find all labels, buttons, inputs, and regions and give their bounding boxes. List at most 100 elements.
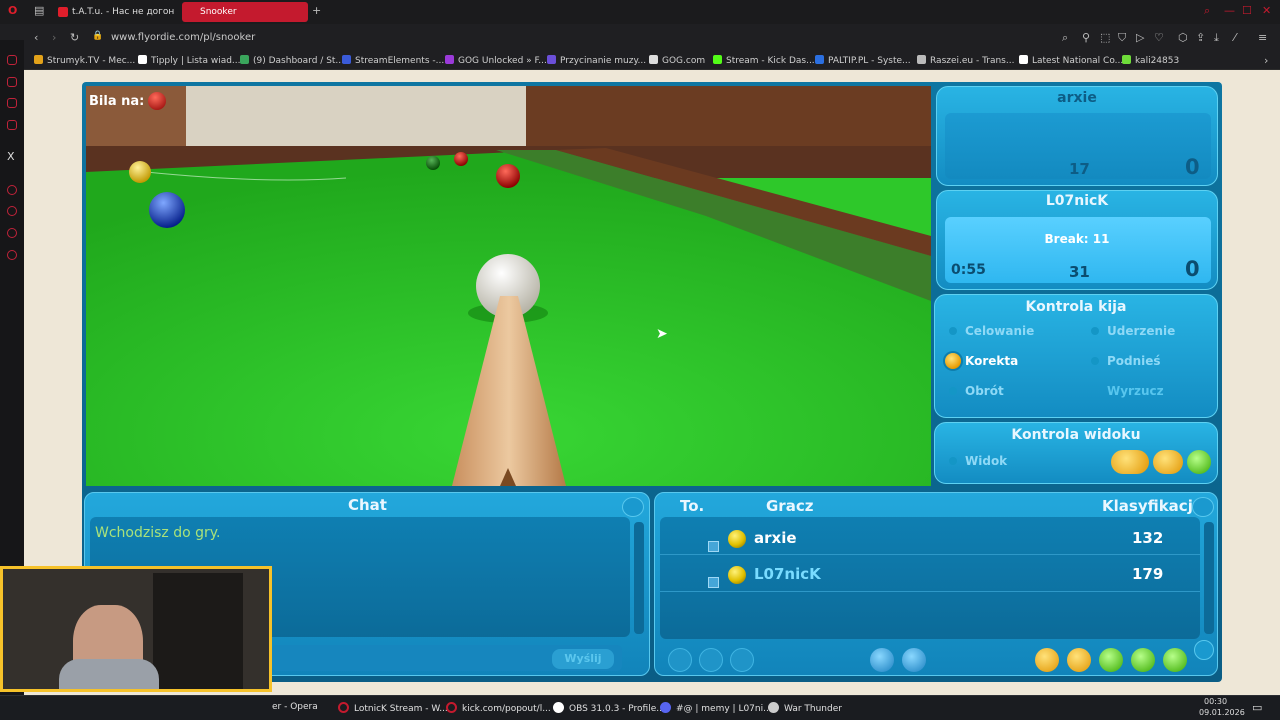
player-row[interactable]: L07nicK 179	[660, 556, 1200, 592]
bookmark-item[interactable]: Strumyk.TV - Mec...	[34, 55, 135, 66]
cue-option-korekta[interactable]: Korekta	[945, 353, 1018, 369]
sidebar-app-icon[interactable]	[7, 77, 17, 87]
help-icon[interactable]	[1131, 648, 1155, 672]
tab-tatu[interactable]: t.A.T.u. - Нас не догон	[54, 2, 176, 22]
sidebar-app-icon[interactable]	[7, 185, 17, 195]
taskbar-item[interactable]: LotnicK Stream - W...	[338, 702, 448, 714]
taskbar-item[interactable]: er - Opera	[272, 702, 318, 712]
forward-icon[interactable]: ›	[52, 31, 56, 44]
minimize-button[interactable]: —	[1224, 4, 1235, 17]
player-row[interactable]: arxie 132	[660, 519, 1200, 555]
notifications-icon[interactable]: ▭	[1252, 701, 1262, 714]
new-tab-button[interactable]: +	[312, 4, 321, 17]
trophy-icon[interactable]	[1067, 648, 1091, 672]
chat-scrollbar[interactable]	[634, 522, 644, 634]
sidebar-app-icon[interactable]	[7, 206, 17, 216]
url-field[interactable]: www.flyordie.com/pl/snooker	[111, 32, 255, 43]
bookmark-icon[interactable]: ⚲	[1082, 31, 1090, 44]
view-option-widok[interactable]: Widok	[949, 454, 1007, 468]
sidebar-app-icon[interactable]	[7, 120, 17, 130]
table-view[interactable]	[86, 86, 931, 486]
players-collapse-button[interactable]	[1192, 497, 1214, 517]
download-icon[interactable]: ⤓	[1214, 31, 1219, 45]
bookmark-item[interactable]: GOG Unlocked » F...	[445, 55, 547, 66]
profile-tool-icon	[699, 648, 723, 672]
sidebar-app-icon[interactable]	[7, 250, 17, 260]
clock-date: 09.01.2026	[1199, 708, 1245, 717]
view-control-title: Kontrola widoku	[1011, 427, 1141, 443]
bookmark-icon	[649, 55, 658, 64]
view-up-button[interactable]	[1187, 450, 1211, 474]
ai-icon[interactable]: ⁄	[1234, 31, 1236, 44]
bookmark-item[interactable]: Raszei.eu - Trans...	[917, 55, 1014, 66]
chat-message: Wchodzisz do gry.	[95, 525, 221, 541]
cue-option-uderzenie[interactable]: Uderzenie	[1091, 324, 1175, 338]
bookmark-item[interactable]: Przycinanie muzy...	[547, 55, 646, 66]
bookmark-item[interactable]: kali24853	[1122, 55, 1179, 66]
lock-icon: 🔒	[92, 31, 104, 41]
bookmark-item[interactable]: GOG.com	[649, 55, 705, 66]
mouse-cursor-icon: ➤	[656, 326, 668, 342]
ball-on-indicator	[148, 92, 166, 110]
cue-option-podnies[interactable]: Podnieś	[1091, 354, 1161, 368]
bookmark-item[interactable]: StreamElements -...	[342, 55, 444, 66]
discord-icon	[660, 702, 671, 713]
red-ball	[496, 164, 520, 188]
chat-collapse-button[interactable]	[622, 497, 644, 517]
zoom-icon[interactable]: ⌕	[1062, 31, 1068, 45]
rotate-view-button[interactable]	[1153, 450, 1183, 474]
clock-time: 00:30	[1204, 697, 1228, 706]
sidebar-app-icon[interactable]	[7, 98, 17, 108]
sidebar-app-icon[interactable]	[7, 55, 17, 65]
snapshot-icon[interactable]: ⬚	[1100, 31, 1110, 44]
reload-icon[interactable]: ↻	[70, 31, 79, 44]
table-seat-icon	[708, 577, 719, 588]
chat-toggle-icon[interactable]	[1099, 648, 1123, 672]
share-icon[interactable]: ⇪	[1196, 31, 1205, 44]
taskbar-item[interactable]: OBS 31.0.3 - Profile...	[553, 702, 665, 714]
sidebar-app-icon[interactable]	[7, 228, 17, 238]
bookmarks-bar: Strumyk.TV - Mec... Tipply | Lista wiad.…	[0, 52, 1280, 70]
maximize-button[interactable]: ☐	[1242, 4, 1252, 17]
obs-icon	[553, 702, 564, 713]
chat-send-button[interactable]: Wyślij	[552, 649, 614, 669]
scroll-down-button[interactable]	[1194, 640, 1214, 660]
bookmark-item[interactable]: Tipply | Lista wiad...	[138, 55, 241, 66]
taskbar-item[interactable]: kick.com/popout/l...	[446, 702, 551, 714]
bookmark-item[interactable]: (9) Dashboard / St...	[240, 55, 344, 66]
taskbar-item[interactable]: War Thunder	[768, 702, 842, 714]
cue-control-panel: Kontrola kija Celowanie Uderzenie Korekt…	[934, 294, 1218, 418]
menu-icon[interactable]: ≡	[1258, 31, 1267, 44]
bookmark-icon	[138, 55, 147, 64]
x-icon[interactable]: X	[7, 150, 15, 163]
opera-logo-icon[interactable]: O	[8, 4, 17, 17]
cue-option-wyrzucz: Wyrzucz	[1107, 384, 1164, 398]
cue-option-celowanie[interactable]: Celowanie	[949, 324, 1034, 338]
zoom-view-button[interactable]	[1111, 450, 1149, 474]
exit-icon[interactable]	[1163, 648, 1187, 672]
cue-option-obrot[interactable]: Obrót	[949, 384, 1004, 398]
shield-icon[interactable]: ⛉	[1118, 31, 1126, 45]
settings-icon[interactable]	[870, 648, 894, 672]
bookmark-item[interactable]: PALTIP.PL - Syste...	[815, 55, 911, 66]
player-icon[interactable]: ▷	[1136, 31, 1144, 44]
address-bar: ‹ › ↻ 🔒 www.flyordie.com/pl/snooker ⌕ ⚲ …	[0, 24, 1280, 52]
back-icon[interactable]: ‹	[34, 31, 38, 44]
player2-panel: L07nicK Break: 11 0:55 31 0	[936, 190, 1218, 290]
search-icon[interactable]: ⌕	[1204, 4, 1210, 18]
radio-dot-icon	[949, 387, 957, 395]
sound-icon[interactable]	[902, 648, 926, 672]
bookmark-icon	[917, 55, 926, 64]
players-scrollbar[interactable]	[1204, 522, 1214, 634]
bookmark-item[interactable]: Stream - Kick Das...	[713, 55, 815, 66]
heart-icon[interactable]: ♡	[1154, 31, 1164, 44]
taskbar-item[interactable]: #@ | memy | L07ni...	[660, 702, 772, 714]
ranking-icon[interactable]	[1035, 648, 1059, 672]
close-button[interactable]: ✕	[1262, 4, 1271, 17]
bookmark-item[interactable]: Latest National Co...	[1019, 55, 1123, 66]
bookmark-icon	[547, 55, 556, 64]
bookmarks-more-icon[interactable]: ›	[1264, 54, 1268, 67]
extensions-icon[interactable]: ⬡	[1178, 31, 1188, 44]
tab-menu-icon[interactable]: ▤	[34, 4, 44, 17]
tab-snooker[interactable]: Snooker	[182, 2, 308, 22]
